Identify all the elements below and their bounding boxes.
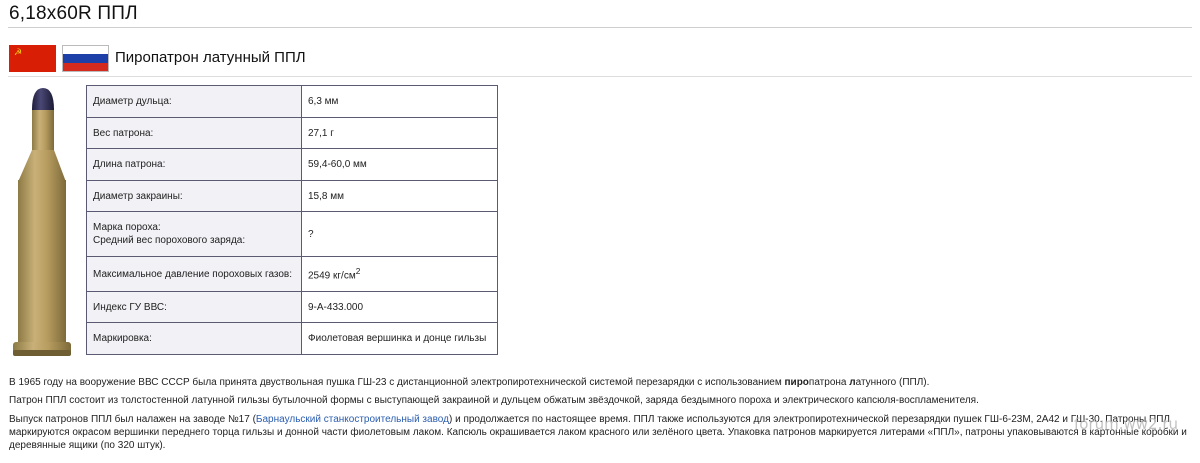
text-run: патрона — [808, 377, 850, 388]
forum-watermark: forum.ww2.ru — [1074, 415, 1179, 433]
spec-value: 15,8 мм — [301, 180, 498, 212]
table-row: Длина патрона: 59,4-60,0 мм — [86, 148, 498, 181]
paragraph-construction: Патрон ППЛ состоит из толстостенной лату… — [9, 395, 979, 406]
table-row: Вес патрона: 27,1 г — [86, 117, 498, 149]
spec-value: 6,3 мм — [301, 85, 498, 118]
spec-label: Марка пороха: Средний вес порохового зар… — [86, 211, 302, 257]
spec-label: Максимальное давление пороховых газов: — [86, 256, 302, 292]
factory-link[interactable]: Барнаульский станкостроительный завод — [256, 414, 449, 425]
spec-value: 2549 кг/см2 — [301, 256, 498, 292]
spec-label: Индекс ГУ ВВС: — [86, 291, 302, 323]
title-divider — [8, 27, 1192, 28]
page-subtitle: Пиропатрон латунный ППЛ — [115, 49, 306, 66]
text-run: В 1965 году на вооружение ВВС СССР была … — [9, 377, 785, 388]
spec-value-superscript: 2 — [355, 266, 361, 277]
spec-label: Маркировка: — [86, 322, 302, 355]
text-run: атунного (ППЛ). — [855, 377, 930, 388]
bold-text: пиро — [784, 377, 809, 388]
page-title: 6,18x60R ППЛ — [9, 3, 138, 24]
spec-value: 27,1 г — [301, 117, 498, 149]
spec-value-text: 2549 кг/см — [308, 270, 356, 282]
specifications-table: Диаметр дульца: 6,3 мм Вес патрона: 27,1… — [86, 85, 498, 355]
spec-label: Вес патрона: — [86, 117, 302, 149]
spec-label: Диаметр закраины: — [86, 180, 302, 212]
cartridge-image — [13, 88, 71, 356]
spec-value: 9-А-433.000 — [301, 291, 498, 323]
paragraph-history: В 1965 году на вооружение ВВС СССР была … — [9, 376, 1189, 389]
table-row: Маркировка: Фиолетовая вершинка и донце … — [86, 322, 498, 355]
spec-label-line: Средний вес порохового заряда: — [93, 235, 246, 246]
ussr-flag: ☭ — [9, 45, 56, 72]
table-row: Диаметр закраины: 15,8 мм — [86, 180, 498, 212]
spec-value: Фиолетовая вершинка и донце гильзы — [301, 322, 498, 355]
spec-label-line: Марка пороха: — [93, 222, 161, 233]
table-row: Диаметр дульца: 6,3 мм — [86, 85, 498, 118]
spec-value: 59,4-60,0 мм — [301, 148, 498, 181]
hammer-sickle-icon: ☭ — [14, 47, 23, 57]
spec-label: Длина патрона: — [86, 148, 302, 181]
russia-flag — [62, 45, 109, 72]
subtitle-divider — [8, 76, 1192, 77]
table-row: Марка пороха: Средний вес порохового зар… — [86, 211, 498, 257]
spec-value: ? — [301, 211, 498, 257]
paragraph-production: Выпуск патронов ППЛ был налажен на завод… — [9, 413, 1189, 452]
table-row: Индекс ГУ ВВС: 9-А-433.000 — [86, 291, 498, 323]
text-run: Выпуск патронов ППЛ был налажен на завод… — [9, 414, 256, 425]
table-row: Максимальное давление пороховых газов: 2… — [86, 256, 498, 292]
spec-label: Диаметр дульца: — [86, 85, 302, 118]
